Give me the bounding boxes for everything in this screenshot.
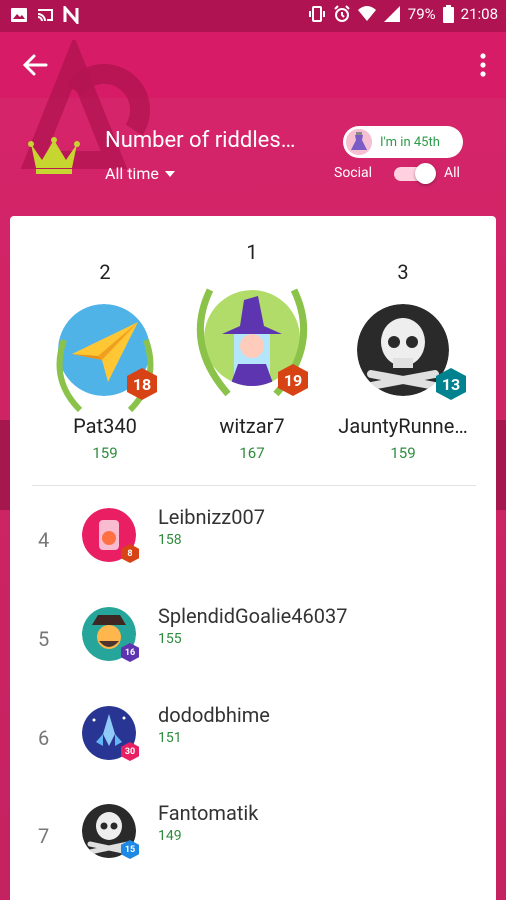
- row-rank: 5: [38, 627, 50, 651]
- left-side-decoration: [0, 420, 10, 510]
- crown-icon: [28, 137, 80, 174]
- row-name: dododbhime: [158, 703, 270, 727]
- toggle-thumb[interactable]: [415, 163, 436, 184]
- my-avatar: [346, 129, 372, 155]
- row-score: 155: [158, 631, 182, 647]
- podium-third[interactable]: 3 13 JauntyRunne… 159: [332, 260, 474, 462]
- n-icon: [63, 6, 79, 24]
- my-rank-chip[interactable]: I'm in 45th: [343, 126, 463, 158]
- podium-name: JauntyRunne…: [338, 414, 468, 438]
- row-name: Fantomatik: [158, 801, 259, 825]
- time-filter-dropdown[interactable]: All time: [105, 164, 175, 183]
- battery-percent: 79%: [407, 5, 436, 23]
- leaderboard-row[interactable]: 7 15 Fantomatik 149: [10, 801, 496, 894]
- leaderboard-row[interactable]: 4 8 Leibnizz007 158: [10, 505, 496, 598]
- image-icon: [11, 8, 27, 22]
- chevron-down-icon: [164, 170, 175, 177]
- clock: 21:08: [460, 5, 498, 23]
- toggle-social-label: Social: [334, 165, 373, 181]
- my-rank-text: I'm in 45th: [380, 134, 440, 150]
- status-bar: 79% 21:08: [0, 0, 506, 32]
- podium-rank: 2: [99, 260, 111, 284]
- podium-score: 159: [92, 444, 118, 462]
- row-name: SplendidGoalie46037: [158, 604, 348, 628]
- podium-score: 167: [239, 444, 265, 462]
- row-rank: 7: [38, 824, 50, 848]
- row-score: 149: [158, 828, 182, 844]
- row-rank: 6: [38, 726, 50, 750]
- divider: [32, 485, 476, 486]
- row-rank: 4: [38, 528, 50, 552]
- leaderboard-row[interactable]: 5 16 SplendidGoalie46037 155: [10, 604, 496, 697]
- battery-icon: [442, 5, 454, 23]
- row-score: 151: [158, 730, 182, 746]
- leaderboard-row[interactable]: 6 30 dododbhime 151: [10, 703, 496, 796]
- podium-rank: 3: [397, 260, 409, 284]
- leaderboard-card: 2 18 Pat340 159 1 19 witzar7 167 3 13 Ja…: [10, 216, 496, 900]
- podium-name: witzar7: [219, 414, 285, 438]
- cast-icon: [37, 9, 53, 22]
- vibrate-icon: [308, 6, 325, 22]
- podium-score: 159: [390, 444, 416, 462]
- wifi-icon: [357, 6, 376, 21]
- toggle-all-label: All: [444, 165, 460, 181]
- more-vert-icon[interactable]: [476, 52, 490, 78]
- podium-first[interactable]: 1 19 witzar7 167: [182, 240, 322, 464]
- alarm-icon: [334, 5, 350, 22]
- avatar: [357, 304, 449, 396]
- row-score: 158: [158, 532, 182, 548]
- row-name: Leibnizz007: [158, 505, 265, 529]
- leaderboard-title: Number of riddles…: [105, 128, 296, 153]
- right-side-decoration: [496, 420, 506, 510]
- podium-rank: 1: [246, 240, 258, 264]
- signal-icon: [383, 6, 400, 22]
- podium-second[interactable]: 2 18 Pat340 159: [40, 260, 170, 462]
- podium-name: Pat340: [73, 414, 137, 438]
- time-filter-label: All time: [105, 164, 159, 183]
